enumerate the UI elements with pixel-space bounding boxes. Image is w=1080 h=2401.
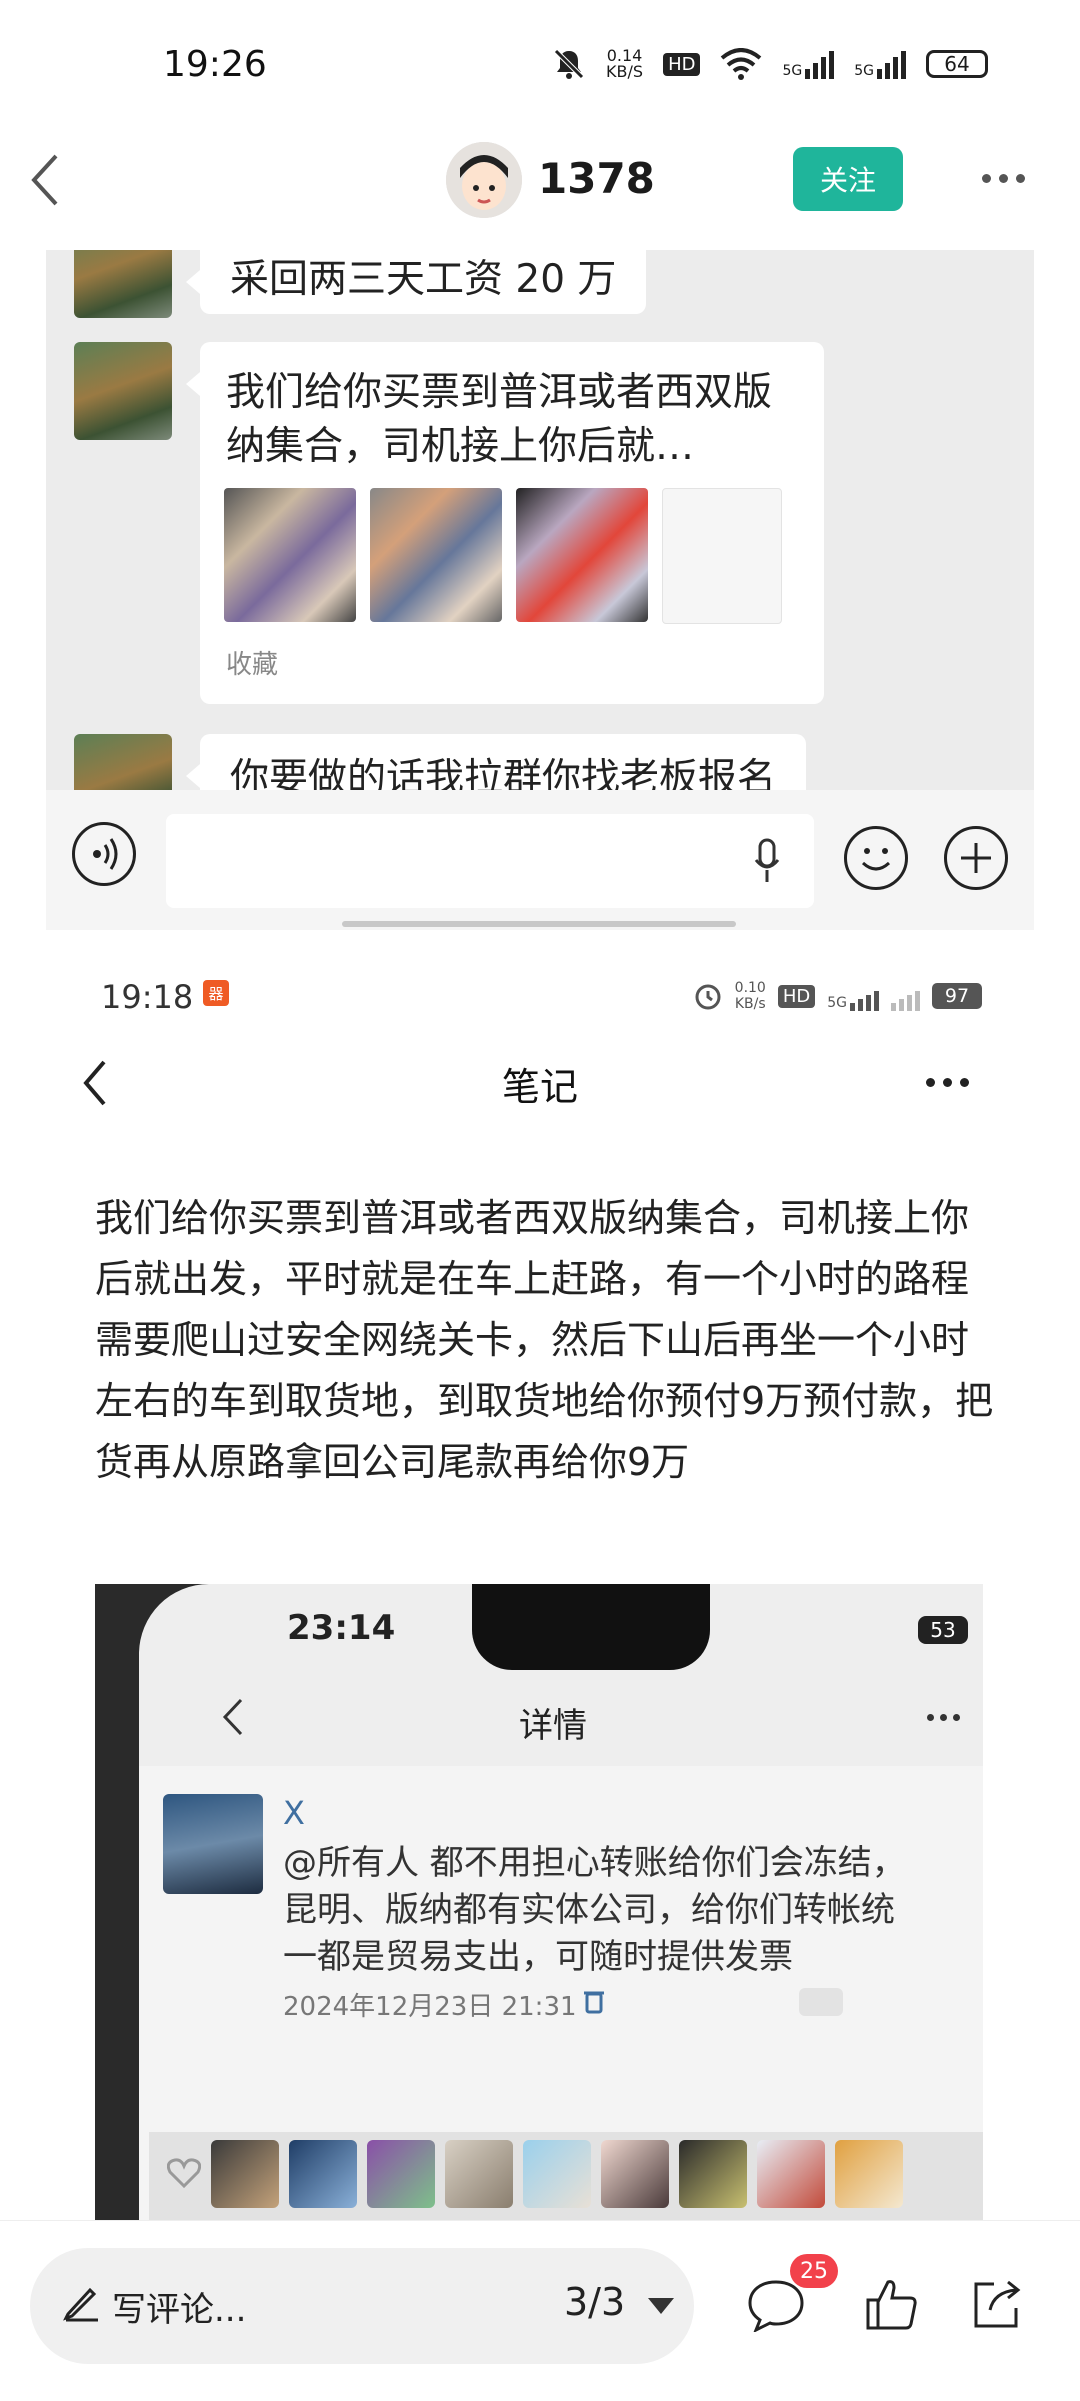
image-thumbnail[interactable]	[370, 488, 502, 622]
username: 1378	[538, 154, 655, 203]
back-icon[interactable]	[26, 150, 66, 210]
app-notification-icon: 器	[203, 980, 229, 1006]
inner-net-speed: 0.10 KB/s	[734, 980, 766, 1012]
liker-avatar	[367, 2140, 435, 2208]
liker-avatar	[523, 2140, 591, 2208]
photo-post-avatar	[163, 1794, 263, 1894]
chat-message: 你要做的话我拉群你找老板报名	[185, 734, 807, 790]
home-indicator	[342, 921, 736, 927]
comment-count-badge: 25	[790, 2254, 838, 2288]
emoji-icon[interactable]	[844, 826, 908, 890]
dropdown-triangle-icon[interactable]	[648, 2298, 674, 2314]
photo-post-name: X	[283, 1794, 305, 1832]
chat-message: 采回两三天工资 20 万	[185, 250, 647, 314]
net-speed: 0.14 KB/S	[606, 46, 644, 81]
photo-back-icon	[222, 1698, 243, 1736]
chat-avatar	[74, 342, 172, 440]
chat-screenshot: 采回两三天工资 20 万 我们给你买票到普洱或者西双版纳集合，司机接上你后就… …	[46, 250, 1034, 790]
image-thumbnail[interactable]	[662, 488, 782, 624]
note-body: 我们给你买票到普洱或者西双版纳集合，司机接上你后就出发，平时就是在车上赶路，有一…	[95, 1196, 994, 1484]
liker-avatar	[211, 2140, 279, 2208]
liker-avatar	[445, 2140, 513, 2208]
liker-avatar	[757, 2140, 825, 2208]
alarm-icon	[695, 984, 721, 1010]
plus-sign-icon	[961, 843, 991, 873]
status-bar: 19:26 0.14 KB/S HD 5G 5G 64	[0, 0, 1080, 130]
photo-page-title: 详情	[519, 1706, 587, 1746]
liker-avatar	[679, 2140, 747, 2208]
avatar[interactable]	[446, 142, 522, 218]
message-input[interactable]	[166, 814, 814, 908]
chat-message-text: 我们给你买票到普洱或者西双版纳集合，司机接上你后就…	[226, 370, 773, 469]
phone-notch	[472, 1584, 710, 1670]
avatar-face-icon	[446, 142, 522, 218]
signal-icon-2: 5G	[854, 49, 906, 79]
note-more-icon[interactable]	[926, 1078, 969, 1087]
note-title: 笔记	[501, 1065, 578, 1109]
photo-comment-menu-icon	[799, 1988, 843, 2016]
comment-placeholder[interactable]: 写评论...	[112, 2282, 246, 2331]
like-icon[interactable]	[864, 2276, 920, 2332]
voice-icon[interactable]	[72, 822, 136, 886]
photo-more-icon	[927, 1714, 960, 1721]
hd-icon: HD	[663, 52, 701, 76]
note-photo[interactable]: 23:14 53 详情 X @所有人 都不用担心转账给你们会冻结，昆明、版纳都有…	[95, 1584, 983, 2220]
page-indicator[interactable]: 3/3	[564, 2280, 625, 2324]
inner-status-icons: 0.10 KB/s HD 5G 97	[693, 976, 982, 1016]
inner-signal-icon: 5G	[827, 981, 879, 1011]
image-thumbnail[interactable]	[516, 488, 648, 622]
inner-signal-icon-weak	[891, 981, 920, 1011]
inner-status-time: 19:18	[101, 978, 194, 1016]
inner-hd-icon: HD	[777, 984, 816, 1008]
signal-icon-1: 5G	[782, 49, 835, 79]
chat-avatar	[74, 734, 172, 790]
chat-message-with-images: 我们给你买票到普洱或者西双版纳集合，司机接上你后就… 收藏	[186, 342, 824, 704]
battery-icon: 64	[926, 50, 988, 78]
photo-battery-icon: 53	[918, 1616, 968, 1644]
collect-label: 收藏	[226, 650, 279, 680]
inner-battery-icon: 97	[932, 983, 982, 1009]
status-time: 19:26	[163, 44, 267, 85]
chat-avatar	[74, 250, 172, 318]
smile-face-icon	[861, 848, 891, 871]
status-icons: 0.14 KB/S HD 5G 5G 64	[552, 40, 988, 88]
liker-avatar	[289, 2140, 357, 2208]
plus-icon[interactable]	[944, 826, 1008, 890]
comment-icon[interactable]	[746, 2278, 806, 2332]
share-icon[interactable]	[968, 2276, 1024, 2332]
more-icon[interactable]	[982, 168, 1042, 188]
trash-icon	[584, 1991, 604, 2014]
liker-avatar	[601, 2140, 669, 2208]
mute-icon	[554, 49, 584, 79]
pen-icon	[63, 2287, 98, 2322]
heart-icon	[167, 2158, 201, 2188]
voice-waves-icon	[93, 838, 118, 870]
microphone-icon[interactable]	[754, 838, 780, 884]
liker-avatar	[835, 2140, 903, 2208]
photo-post-date: 2024年12月23日 21:31	[283, 1992, 577, 2022]
follow-button[interactable]: 关注	[793, 147, 903, 211]
photo-phone-screen: 23:14 53 详情 X @所有人 都不用担心转账给你们会冻结，昆明、版纳都有…	[139, 1584, 983, 2220]
photo-status-time: 23:14	[287, 1608, 396, 1648]
photo-post-text: @所有人 都不用担心转账给你们会冻结，昆明、版纳都有实体公司，给你们转帐统一都是…	[283, 1843, 906, 1977]
wifi-icon	[721, 48, 762, 80]
image-thumbnail[interactable]	[224, 488, 356, 622]
